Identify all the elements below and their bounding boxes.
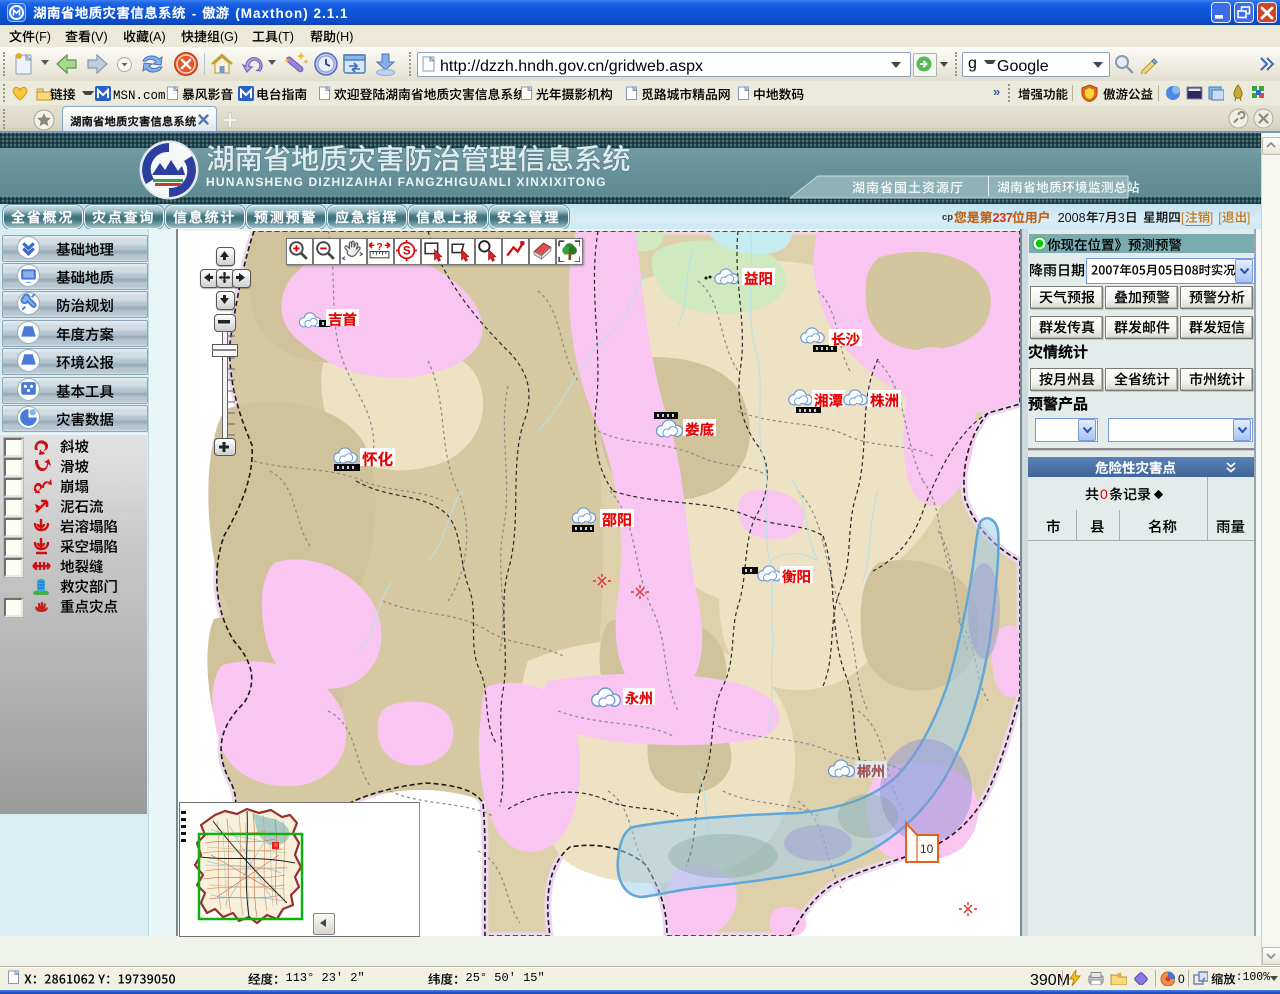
svg-text:S: S xyxy=(403,246,411,258)
svg-text:10: 10 xyxy=(920,842,934,856)
